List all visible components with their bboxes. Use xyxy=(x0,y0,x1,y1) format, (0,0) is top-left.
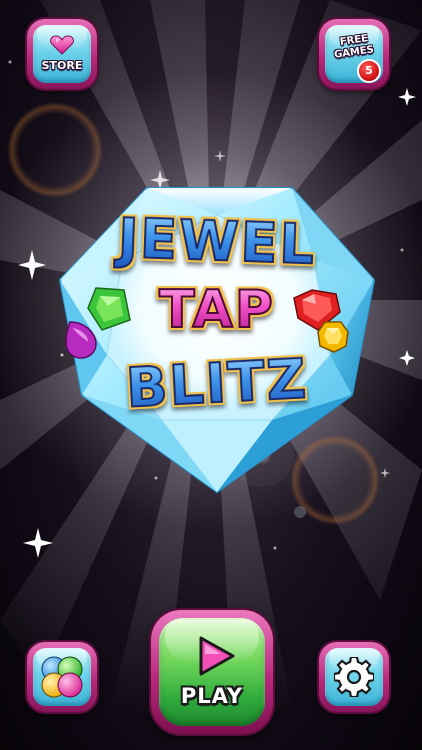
settings-button[interactable] xyxy=(319,642,389,712)
play-button-face: PLAY xyxy=(159,618,265,726)
play-triangle-icon xyxy=(199,636,235,676)
game-logo: JEWEL TAP BLITZ xyxy=(52,180,382,495)
heart-gem-icon xyxy=(50,35,74,55)
free-games-count-badge: 5 xyxy=(357,59,381,83)
colors-button-face xyxy=(33,648,91,706)
title-word-jewel: JEWEL xyxy=(51,204,383,278)
gear-icon xyxy=(334,657,374,697)
title-word-tap: TAP xyxy=(52,279,382,341)
game-menu-screen: STORE FREE GAMES 5 JEWEL TAP BLITZ PLAY xyxy=(0,0,422,750)
settings-button-face xyxy=(325,648,383,706)
play-label: PLAY xyxy=(180,684,244,708)
store-button[interactable]: STORE xyxy=(27,19,97,89)
store-label: STORE xyxy=(41,59,83,72)
free-games-button[interactable]: FREE GAMES 5 xyxy=(319,19,389,89)
store-button-face: STORE xyxy=(33,25,91,83)
colors-button[interactable] xyxy=(27,642,97,712)
color-balls-icon xyxy=(41,656,83,698)
play-button[interactable]: PLAY xyxy=(151,610,273,734)
